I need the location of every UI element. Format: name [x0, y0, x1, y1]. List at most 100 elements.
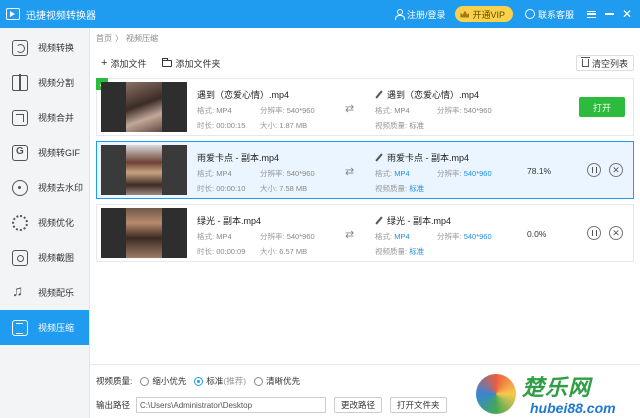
source-resolution: 540*960	[286, 106, 315, 115]
sidebar-item-merge[interactable]: 视频合并	[0, 100, 89, 135]
sidebar-item-label: 视频合并	[38, 113, 75, 123]
sidebar-item-label: 视频分割	[38, 78, 75, 88]
close-icon: ✕	[612, 227, 620, 238]
close-button[interactable]: ✕	[618, 0, 636, 28]
quality-label: 视频质量:	[96, 376, 133, 386]
resolution-label: 分辨率:	[260, 169, 285, 178]
music-icon	[12, 283, 28, 301]
output-file-name: 雨爱卡点 - 副本.mp4	[387, 153, 470, 163]
output-resolution: 540*960	[463, 169, 492, 178]
format-label: 格式:	[375, 232, 393, 241]
format-label: 格式:	[375, 169, 393, 178]
sidebar-item-gif[interactable]: 视频转GIF	[0, 135, 89, 170]
watermark-url: hubei88.com	[530, 400, 616, 416]
format-label: 格式:	[197, 169, 215, 178]
quality-option-label: 清晰优先	[266, 376, 301, 386]
menu-button[interactable]	[582, 0, 600, 28]
quality-option-small[interactable]: 缩小优先	[140, 375, 186, 387]
breadcrumb-home[interactable]: 首页	[96, 33, 112, 44]
quality-option-label: 标准	[206, 376, 224, 386]
source-format: MP4	[216, 232, 232, 241]
quality-row: 视频质量: 缩小优先 标准 (推荐) 清晰优先	[96, 375, 300, 387]
service-button[interactable]: 联系客服	[524, 8, 574, 21]
output-path-input[interactable]	[136, 397, 327, 413]
add-folder-button[interactable]: 添加文件夹	[157, 55, 225, 71]
sidebar-item-label: 视频配乐	[38, 288, 75, 298]
add-file-button[interactable]: + 添加文件	[96, 55, 151, 71]
change-path-button[interactable]: 更改路径	[334, 397, 383, 413]
source-file-name: 绿光 - 副本.mp4	[197, 216, 262, 226]
sidebar-item-music[interactable]: 视频配乐	[0, 275, 89, 310]
video-thumbnail	[101, 208, 187, 258]
output-resolution: 540*960	[463, 232, 492, 241]
duration-label: 时长:	[197, 184, 215, 193]
breadcrumb-separator: 〉	[115, 34, 123, 43]
source-duration: 00:00:15	[216, 121, 246, 130]
watermark-text: 楚乐网	[522, 375, 592, 400]
site-watermark: 楚乐网 hubei88.com	[470, 370, 640, 418]
source-size: 1.87 MB	[279, 121, 308, 130]
radio-selected-icon	[194, 376, 204, 386]
minimize-button[interactable]	[600, 0, 618, 28]
convert-icon	[12, 39, 28, 56]
source-file-name: 遇到（恋爱心情）.mp4	[197, 90, 290, 100]
split-icon	[12, 73, 28, 91]
duration-label: 时长:	[197, 121, 215, 130]
pause-button[interactable]	[587, 226, 601, 240]
gif-icon	[12, 144, 28, 161]
source-duration: 00:00:10	[216, 184, 246, 193]
add-file-label: 添加文件	[110, 58, 147, 69]
format-label: 格式:	[375, 106, 393, 115]
add-folder-label: 添加文件夹	[175, 58, 221, 69]
sidebar-item-label: 视频优化	[38, 218, 75, 228]
sidebar-item-convert[interactable]: 视频转换	[0, 30, 89, 65]
source-size: 6.57 MB	[279, 247, 308, 256]
source-format: MP4	[216, 169, 232, 178]
service-label: 联系客服	[537, 9, 574, 20]
quality-option-clear[interactable]: 清晰优先	[254, 375, 300, 387]
shuffle-icon: ⇄	[345, 229, 355, 241]
progress-text: 0.0%	[527, 229, 547, 239]
login-button[interactable]: 注册/登录	[394, 8, 445, 21]
resolution-label: 分辨率:	[437, 106, 462, 115]
clear-list-button[interactable]: 清空列表	[575, 55, 634, 71]
source-resolution: 540*960	[286, 169, 315, 178]
clear-list-label: 清空列表	[591, 58, 628, 69]
remove-button[interactable]: ✕	[609, 226, 623, 240]
trash-icon	[580, 57, 590, 67]
source-size: 7.58 MB	[279, 184, 308, 193]
sidebar-item-optimize[interactable]: 视频优化	[0, 205, 89, 240]
pencil-icon[interactable]	[375, 154, 383, 162]
quality-option-standard[interactable]: 标准 (推荐)	[194, 375, 246, 387]
pencil-icon[interactable]	[375, 91, 383, 99]
pause-button[interactable]	[587, 163, 601, 177]
output-file-name: 绿光 - 副本.mp4	[387, 216, 452, 226]
sidebar-item-compress[interactable]: 视频压缩	[0, 310, 89, 345]
remove-button[interactable]: ✕	[609, 163, 623, 177]
size-label: 大小:	[260, 184, 278, 193]
resolution-label: 分辨率:	[260, 232, 285, 241]
output-format: MP4	[394, 106, 410, 115]
pencil-icon[interactable]	[375, 217, 383, 225]
open-folder-button[interactable]: 打开文件夹	[390, 397, 447, 413]
optimize-icon	[12, 214, 28, 231]
output-quality: 标准	[409, 121, 425, 130]
sidebar-item-label: 视频转换	[38, 43, 75, 53]
task-row[interactable]: 绿光 - 副本.mp4 格式: MP4 分辨率: 540*960 时长: 00:…	[96, 204, 634, 262]
breadcrumb: 首页 〉 视频压缩	[96, 33, 158, 44]
crown-icon	[460, 10, 470, 18]
sidebar-item-capture[interactable]: 视频截图	[0, 240, 89, 275]
task-row[interactable]: ✓ 遇到（恋爱心情）.mp4 格式: MP4 分辨率: 540*960 时长: …	[96, 78, 634, 136]
size-label: 大小:	[260, 121, 278, 130]
sidebar-item-label: 视频截图	[38, 253, 75, 263]
app-title: 迅捷视频转换器	[26, 10, 96, 22]
radio-icon	[254, 376, 264, 386]
pause-icon	[591, 167, 597, 173]
sidebar-item-watermark[interactable]: 视频去水印	[0, 170, 89, 205]
task-row[interactable]: 雨爱卡点 - 副本.mp4 格式: MP4 分辨率: 540*960 时长: 0…	[96, 141, 634, 199]
open-button[interactable]: 打开	[579, 97, 625, 117]
radio-icon	[140, 376, 150, 386]
sidebar-item-split[interactable]: 视频分割	[0, 65, 89, 100]
vip-button[interactable]: 开通VIP	[455, 6, 513, 22]
quality-option-label: 缩小优先	[152, 376, 187, 386]
